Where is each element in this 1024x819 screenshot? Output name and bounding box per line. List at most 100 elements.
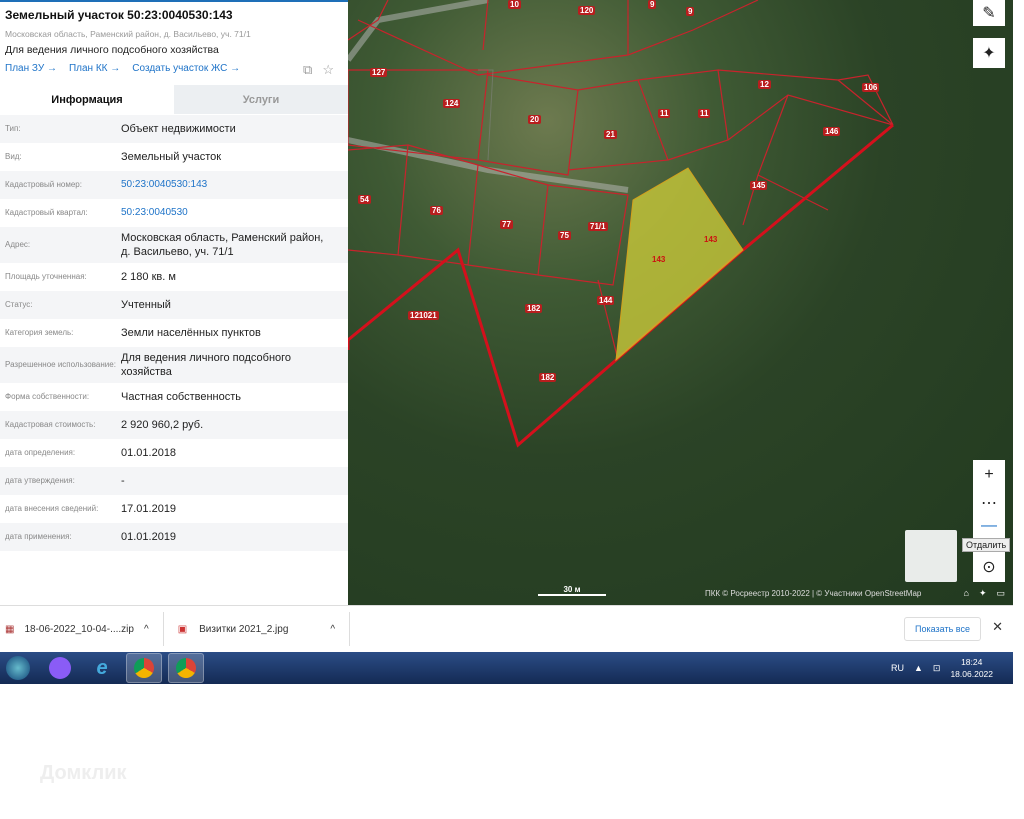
info-label: дата внесения сведений: — [5, 504, 99, 513]
alice-icon — [49, 657, 71, 679]
info-label: Тип: — [5, 124, 21, 133]
parcel-label[interactable]: 182 — [525, 304, 543, 313]
zoom-in-button[interactable]: + — [973, 460, 1005, 490]
parcel-label[interactable]: 71/1 — [588, 222, 608, 231]
map[interactable]: 10 120 9 9 127 20 12 106 124 21 11 11 14… — [348, 0, 1013, 605]
info-value: Учтенный — [121, 299, 171, 311]
zip-icon: ▦ — [5, 623, 15, 635]
minus-icon: — — [981, 517, 997, 534]
ie-icon: e — [96, 656, 108, 679]
taskbar: e RU ▲ ⊡ 18:24 18.06.2022 — [0, 652, 1013, 684]
attribution: ПКК © Росреестр 2010-2022 | © Участники … — [705, 589, 922, 598]
home-icon[interactable]: ⌂ — [964, 588, 969, 599]
info-label: Форма собственности: — [5, 392, 90, 401]
parcel-label-selected[interactable]: 143 — [650, 255, 667, 264]
tab-services[interactable]: Услуги — [174, 85, 348, 114]
info-value: Частная собственность — [121, 391, 242, 403]
info-row: Кадастровый номер: 50:23:0040530:143 — [0, 171, 348, 199]
parcel-purpose: Для ведения личного подсобного хозяйства — [5, 44, 219, 56]
parcel-label[interactable]: 106 — [862, 83, 880, 92]
info-label: Адрес: — [5, 240, 31, 249]
parcel-label[interactable]: 76 — [430, 206, 443, 215]
info-value: 2 920 960,2 руб. — [121, 419, 204, 431]
parcel-label[interactable]: 20 — [528, 115, 541, 124]
parcel-label-selected[interactable]: 143 — [702, 235, 719, 244]
plan-kk-link[interactable]: План КК → — [69, 63, 120, 74]
info-row: Форма собственности: Частная собственност… — [0, 383, 348, 411]
parcel-label[interactable]: 11 — [658, 109, 671, 118]
create-parcel-link[interactable]: Создать участок ЖС → — [132, 63, 240, 74]
parcel-label[interactable]: 182 — [539, 373, 557, 382]
clock[interactable]: 18:24 18.06.2022 — [950, 656, 993, 680]
parcel-label[interactable]: 77 — [500, 220, 513, 229]
tray-expand-icon[interactable]: ▲ — [914, 663, 923, 673]
show-all-button[interactable]: Показать все — [904, 617, 981, 641]
info-label: Кадастровая стоимость: — [5, 420, 96, 429]
network-icon[interactable]: ⊡ — [933, 663, 941, 674]
parcel-label[interactable]: 21 — [604, 130, 617, 139]
star-icon[interactable]: ☆ — [322, 62, 334, 78]
parcel-label[interactable]: 127 — [370, 68, 388, 77]
info-row: Кадастровая стоимость: 2 920 960,2 руб. — [0, 411, 348, 439]
parcel-label[interactable]: 10 — [508, 0, 521, 9]
ie-button[interactable]: e — [84, 653, 120, 683]
info-row: дата утверждения: - — [0, 467, 348, 495]
info-label: Кадастровый квартал: — [5, 208, 88, 217]
alice-button[interactable] — [42, 653, 78, 683]
parcel-label[interactable]: 120 — [578, 6, 596, 15]
parcel-label[interactable]: 121021 — [408, 311, 439, 320]
search-document-icon[interactable]: ⧉ — [303, 62, 312, 78]
info-row: Тип: Объект недвижимости — [0, 115, 348, 143]
tab-info[interactable]: Информация — [0, 85, 174, 114]
parcel-label[interactable]: 12 — [758, 80, 771, 89]
parcel-title: Земельный участок 50:23:0040530:143 — [5, 8, 233, 22]
chrome-icon — [134, 658, 154, 678]
language-indicator[interactable]: RU — [891, 663, 904, 673]
info-value: 17.01.2019 — [121, 503, 177, 515]
locate-icon[interactable]: ✦ — [979, 588, 987, 599]
parcel-label[interactable]: 54 — [358, 195, 371, 204]
info-label: дата определения: — [5, 448, 76, 457]
info-value: - — [121, 475, 125, 487]
info-value: Земли населённых пунктов — [121, 327, 261, 339]
parcel-label[interactable]: 124 — [443, 99, 461, 108]
chevron-up-icon[interactable]: ^ — [330, 624, 335, 635]
parcel-label[interactable]: 75 — [558, 231, 571, 240]
chrome-button-2[interactable] — [168, 653, 204, 683]
info-row: Вид: Земельный участок — [0, 143, 348, 171]
info-value[interactable]: 50:23:0040530:143 — [121, 178, 348, 192]
parcel-label[interactable]: 146 — [823, 127, 841, 136]
info-value: 2 180 кв. м — [121, 271, 176, 283]
ruler-button[interactable]: ✎ — [973, 0, 1005, 26]
info-value: Объект недвижимости — [121, 123, 236, 135]
parcel-label[interactable]: 9 — [648, 0, 657, 9]
fullscreen-icon[interactable]: ▭ — [996, 588, 1005, 599]
parcel-label[interactable]: 144 — [597, 296, 615, 305]
info-value[interactable]: 50:23:0040530 — [121, 206, 348, 220]
info-label: Категория земель: — [5, 328, 74, 337]
chrome-button-1[interactable] — [126, 653, 162, 683]
download-item[interactable]: ▣ Визитки 2021_2.jpg ^ — [164, 612, 351, 646]
start-button[interactable] — [0, 653, 36, 683]
zoom-out-button[interactable]: — — [973, 511, 1005, 541]
download-filename: 18-06-2022_10-04-....zip — [24, 623, 134, 635]
close-downloads-button[interactable]: ✕ — [992, 619, 1003, 635]
download-item[interactable]: ▦ 18-06-2022_10-04-....zip ^ — [0, 612, 164, 646]
locate-button[interactable]: ✦ — [973, 38, 1005, 68]
downloads-bar: ▦ 18-06-2022_10-04-....zip ^ ▣ Визитки 2021… — [0, 605, 1013, 652]
parcel-label[interactable]: 145 — [750, 181, 768, 190]
ruler-icon: ✎ — [982, 5, 996, 22]
domclick-watermark: Домклик — [40, 762, 127, 784]
plan-zu-link[interactable]: План ЗУ → — [5, 63, 57, 74]
info-value: Земельный участок — [121, 151, 222, 163]
chevron-up-icon[interactable]: ^ — [144, 624, 149, 635]
parcel-label[interactable]: 11 — [698, 109, 711, 118]
info-row: Кадастровый квартал: 50:23:0040530 — [0, 199, 348, 227]
parcel-address: Московская область, Раменский район, д. … — [5, 29, 251, 39]
info-row: дата внесения сведений: 17.01.2019 — [0, 495, 348, 523]
parcel-label[interactable]: 9 — [686, 7, 695, 16]
compass-button[interactable]: ⊙ — [973, 552, 1005, 582]
clock-time: 18:24 — [961, 657, 983, 667]
minimap[interactable] — [905, 530, 957, 582]
zoom-out-tooltip: Отдалить — [962, 538, 1011, 552]
